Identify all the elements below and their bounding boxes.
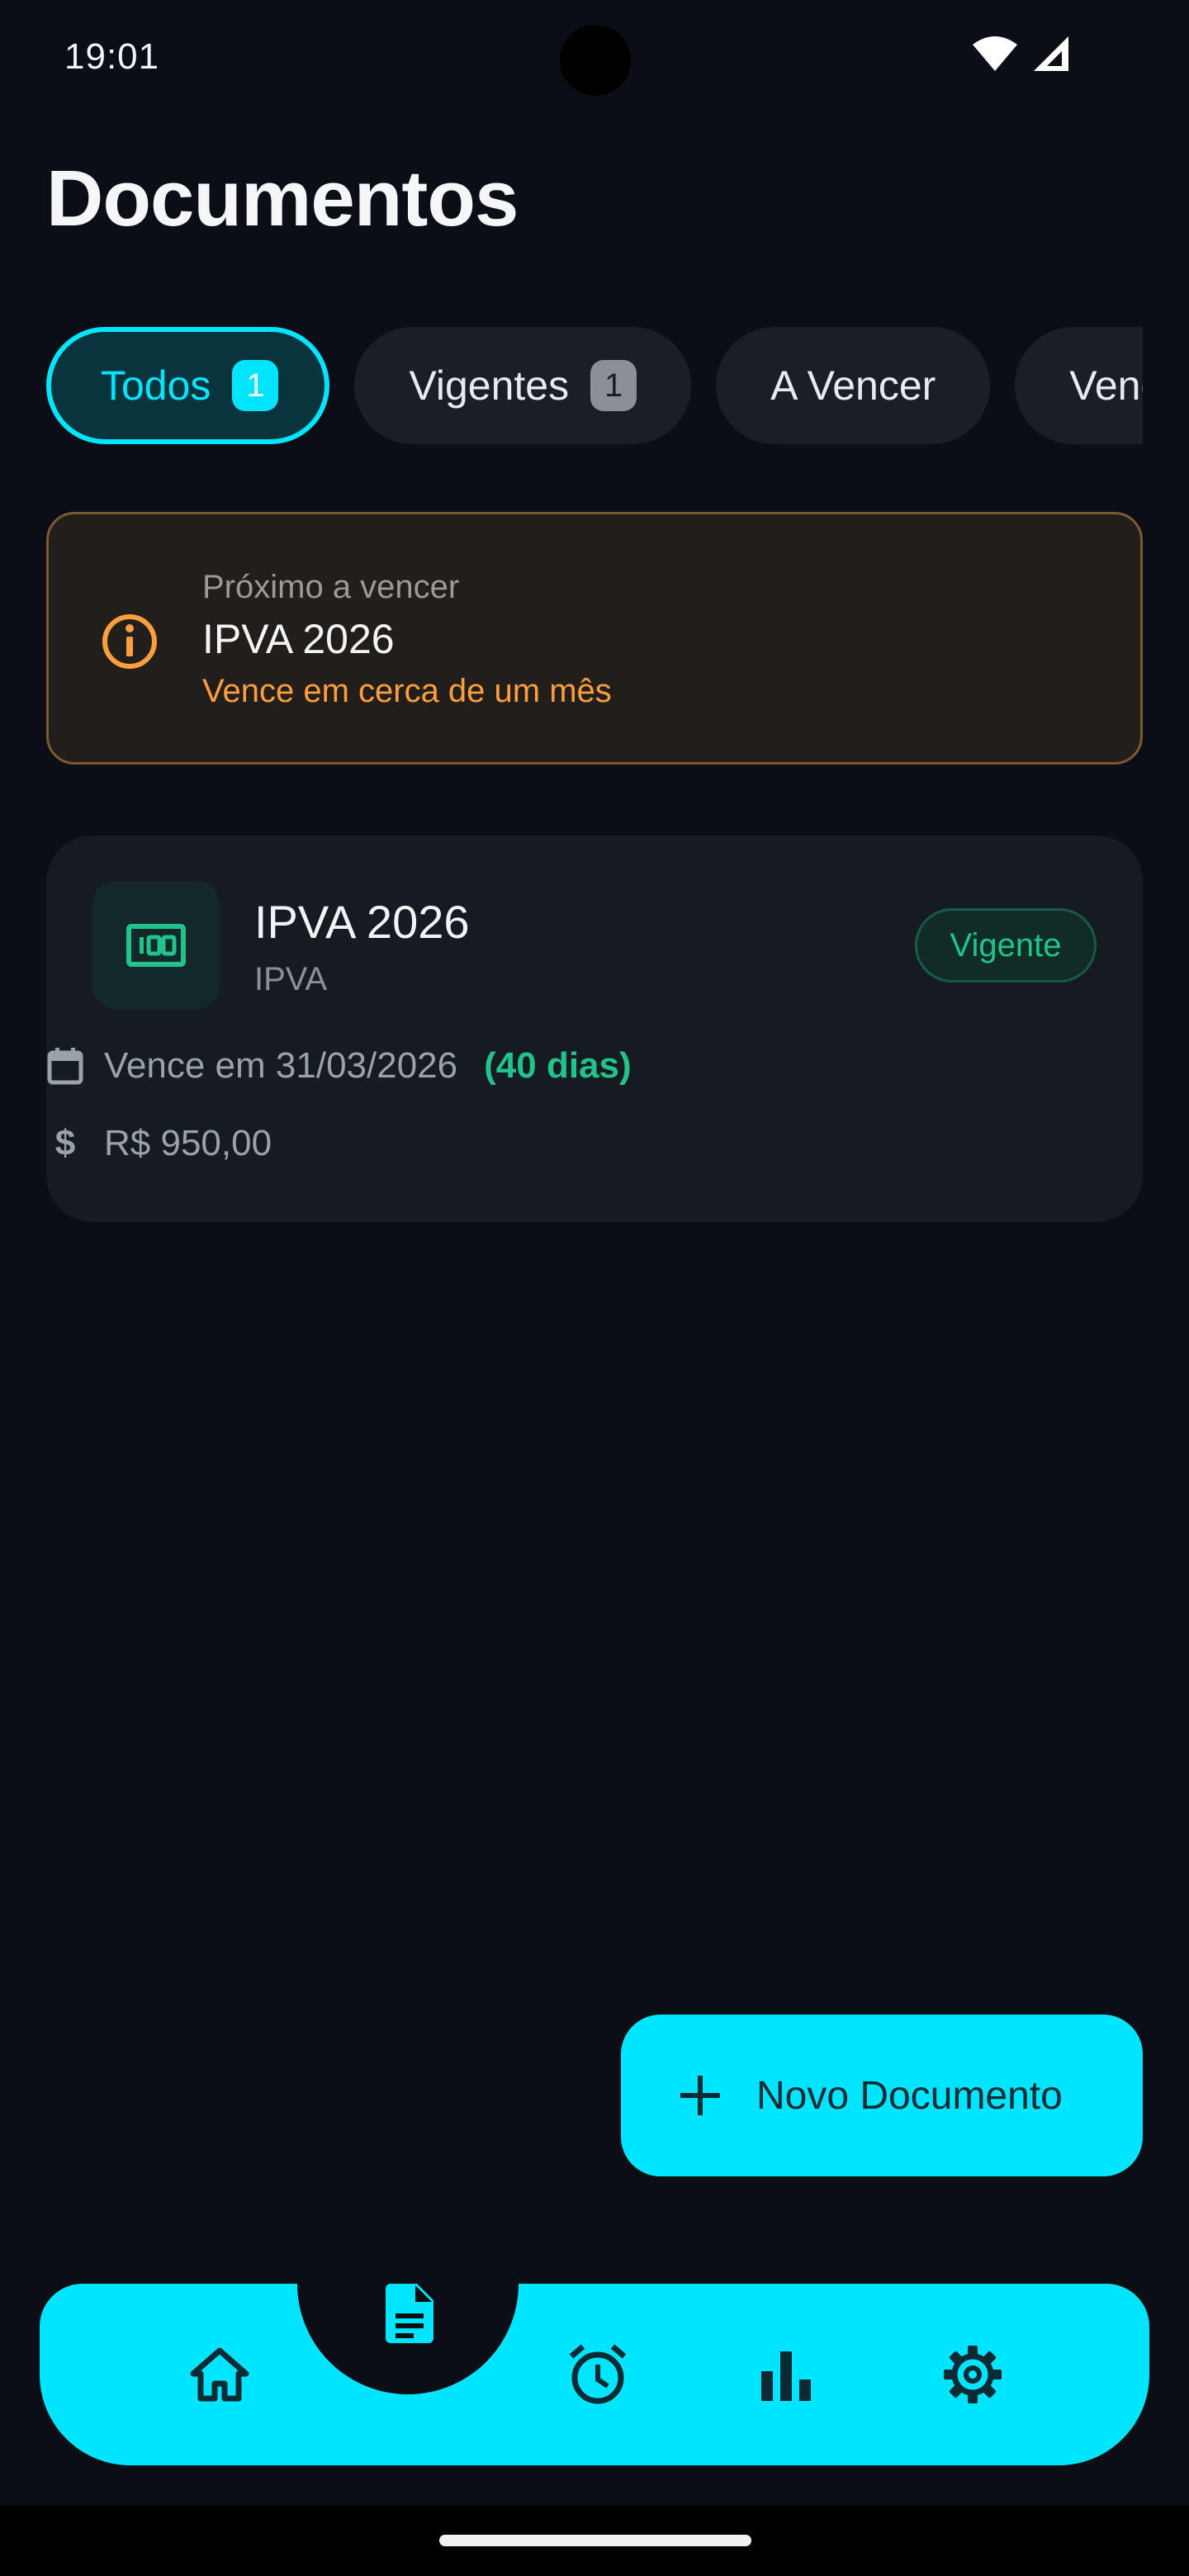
home-gesture-bar[interactable] (439, 2535, 751, 2546)
calendar-icon (46, 1047, 84, 1085)
document-category-icon-box (92, 882, 220, 1009)
money-icon (126, 924, 186, 967)
alert-label: Próximo a vencer (202, 569, 460, 605)
dollar-icon: $ (54, 1123, 76, 1163)
tab-label: A Vencer (770, 362, 936, 409)
due-date-text: Vence em 31/03/2026 (104, 1045, 458, 1086)
home-icon (190, 2347, 249, 2402)
document-title: IPVA 2026 (254, 896, 470, 948)
signal-icon (1034, 36, 1068, 71)
tab-count-badge: 1 (590, 360, 637, 411)
bottom-navigation (40, 2284, 1149, 2465)
tab-label: Vigentes (409, 362, 570, 409)
document-type: IPVA (254, 961, 328, 997)
expiring-alert-card[interactable]: Próximo a vencer IPVA 2026 Vence em cerc… (46, 512, 1143, 765)
alert-title: IPVA 2026 (202, 616, 395, 662)
document-icon (386, 2284, 433, 2343)
new-document-button[interactable]: Novo Documento (621, 2015, 1143, 2176)
gear-icon (944, 2346, 1002, 2403)
page-title: Documentos (46, 154, 519, 243)
value-text: R$ 950,00 (104, 1123, 272, 1163)
tab-vigentes[interactable]: Vigentes 1 (354, 327, 692, 444)
filter-tabs: Todos 1 Vigentes 1 A Vencer Vencidos (46, 327, 1143, 444)
status-bar: 19:01 (0, 0, 1189, 124)
alert-subtitle: Vence em cerca de um mês (202, 673, 612, 709)
system-gesture-area (0, 2505, 1189, 2576)
due-date-row: Vence em 31/03/2026 (40 dias) (46, 1045, 632, 1087)
info-icon (102, 614, 157, 669)
camera-cutout (560, 25, 631, 96)
status-icons (973, 36, 1068, 71)
new-document-label: Novo Documento (756, 2073, 1063, 2118)
tab-a-vencer[interactable]: A Vencer (716, 327, 991, 444)
wifi-icon (973, 36, 1017, 71)
tab-todos[interactable]: Todos 1 (46, 327, 330, 444)
nav-alarms[interactable] (557, 2333, 639, 2416)
nav-documents[interactable] (368, 2272, 451, 2355)
value-row: $ R$ 950,00 (46, 1123, 272, 1164)
alarm-icon (569, 2344, 627, 2404)
nav-home[interactable] (178, 2333, 261, 2416)
tab-label: Vencidos (1069, 362, 1143, 409)
nav-reports[interactable] (745, 2333, 827, 2416)
nav-settings[interactable] (931, 2333, 1014, 2416)
tab-label: Todos (101, 362, 211, 409)
tab-vencidos[interactable]: Vencidos (1015, 327, 1143, 444)
status-badge: Vigente (915, 908, 1097, 983)
status-time: 19:01 (64, 36, 160, 77)
plus-icon (680, 2076, 720, 2115)
documents-screen: 19:01 Documentos Todos 1 Vigentes 1 A Ve… (0, 0, 1189, 2576)
days-remaining: (40 dias) (484, 1045, 632, 1086)
bar-chart-icon (761, 2351, 811, 2401)
tab-count-badge: 1 (232, 360, 279, 411)
